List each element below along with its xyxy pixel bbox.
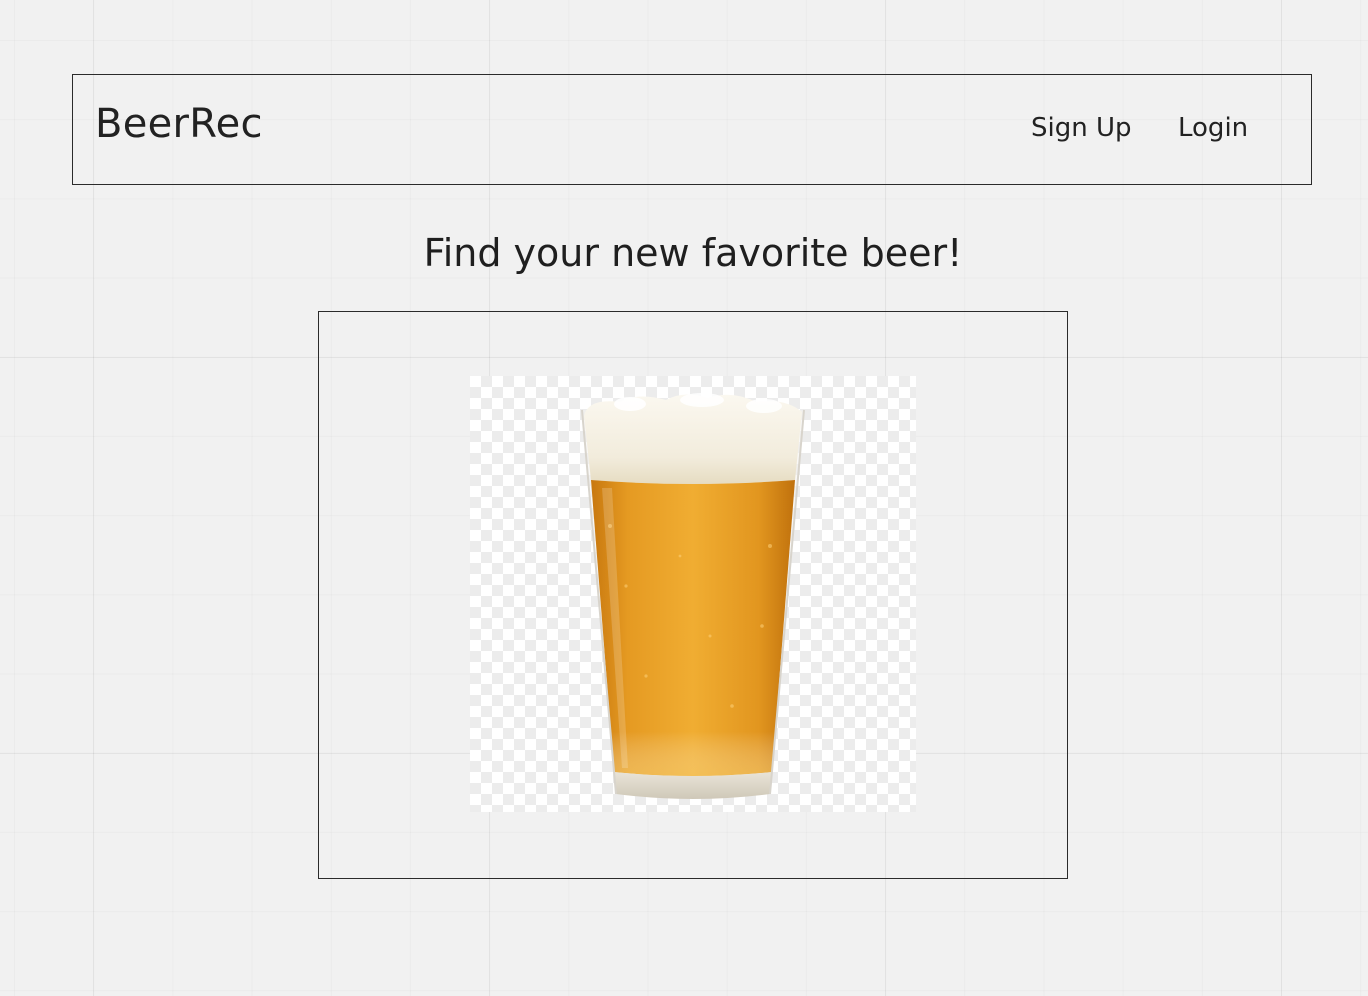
brand-logo[interactable]: BeerRec [95,101,263,147]
beer-image [470,376,916,812]
page-headline: Find your new favorite beer! [423,231,963,275]
login-link[interactable]: Login [1178,113,1248,143]
top-navbar: BeerRec Sign Up Login [72,74,1312,185]
signup-link[interactable]: Sign Up [1031,113,1132,143]
hero-image-frame [318,311,1068,879]
beer-glass-illustration [581,393,805,799]
